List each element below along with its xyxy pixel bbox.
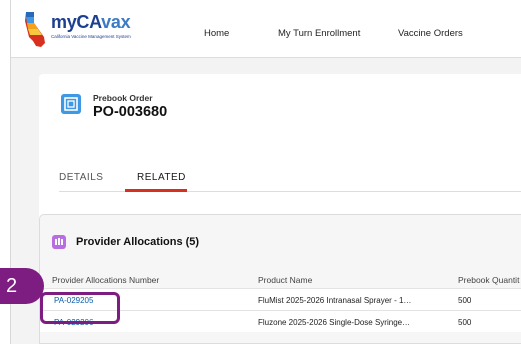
product-name-cell: Fluzone 2025-2026 Single-Dose Syringe… bbox=[258, 318, 411, 327]
logo-tagline: California Vaccine Management System bbox=[51, 34, 131, 39]
logo-wordmark: myCAvax bbox=[51, 12, 131, 32]
nav-my-turn-enrollment[interactable]: My Turn Enrollment bbox=[278, 28, 360, 39]
tab-details[interactable]: DETAILS bbox=[59, 172, 103, 183]
prebook-order-icon bbox=[61, 94, 81, 114]
nav-home[interactable]: Home bbox=[204, 28, 229, 39]
product-name-cell: FluMist 2025-2026 Intranasal Sprayer - 1… bbox=[258, 296, 412, 305]
provider-allocations-related-list: Provider Allocations (5) Provider Alloca… bbox=[39, 214, 521, 344]
record-title: PO-003680 bbox=[93, 104, 168, 120]
mycavax-logo[interactable]: myCAvax California Vaccine Management Sy… bbox=[23, 11, 173, 51]
provider-allocations-icon bbox=[52, 235, 66, 249]
callout-highlight-box bbox=[40, 292, 120, 324]
table-header: Provider Allocations Number Product Name… bbox=[40, 271, 521, 288]
prebook-quantity-cell: 500 bbox=[458, 318, 472, 327]
column-header-product-name[interactable]: Product Name bbox=[258, 275, 312, 285]
tab-related[interactable]: RELATED bbox=[137, 172, 186, 183]
prebook-quantity-cell: 500 bbox=[458, 296, 472, 305]
top-navigation-bar: myCAvax California Vaccine Management Sy… bbox=[11, 0, 521, 58]
active-tab-indicator bbox=[125, 189, 187, 192]
california-map-icon bbox=[25, 12, 45, 47]
column-header-prebook-quantity[interactable]: Prebook Quantit bbox=[458, 275, 519, 285]
nav-vaccine-orders[interactable]: Vaccine Orders bbox=[398, 28, 463, 39]
related-list-title[interactable]: Provider Allocations (5) bbox=[76, 236, 199, 248]
step-number-badge: 2 bbox=[0, 268, 44, 304]
column-header-number[interactable]: Provider Allocations Number bbox=[52, 275, 159, 285]
record-type-label: Prebook Order bbox=[93, 93, 153, 103]
